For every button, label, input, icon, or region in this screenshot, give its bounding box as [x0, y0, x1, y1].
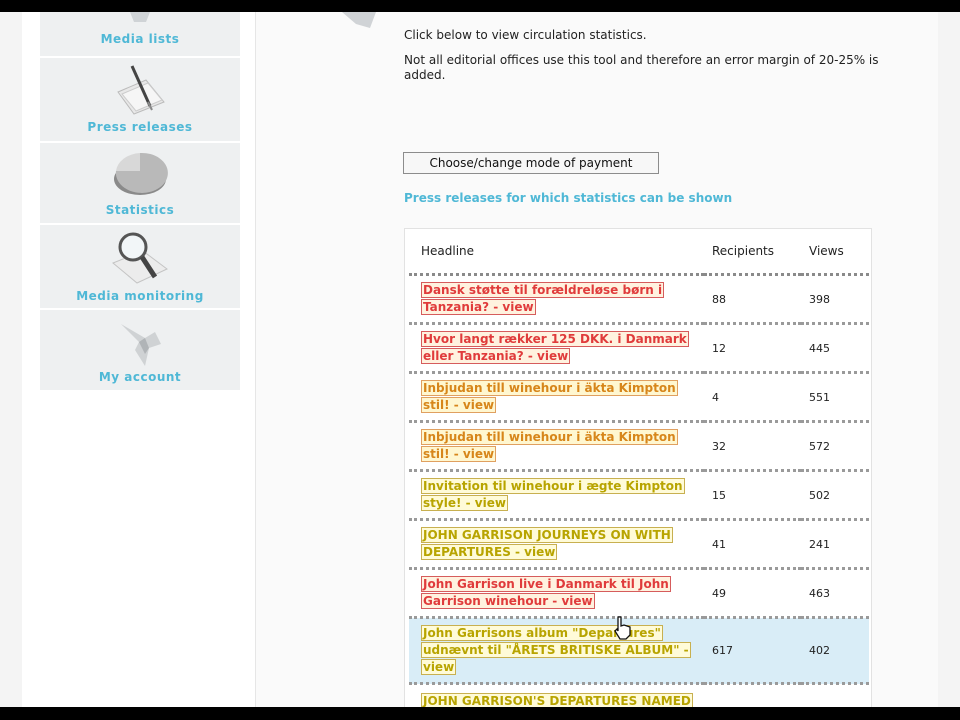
- views-cell: 445: [801, 323, 869, 374]
- sidebar-item-label: Media monitoring: [76, 289, 204, 303]
- table-row: Hvor langt rækker 125 DKK. i Danmark ell…: [409, 323, 869, 374]
- release-link[interactable]: Invitation til winehour i ægte Kimpton s…: [421, 478, 685, 511]
- section-title: Press releases for which statistics can …: [404, 191, 733, 205]
- release-link[interactable]: Hvor langt rækker 125 DKK. i Danmark ell…: [421, 331, 689, 364]
- table-row: John Garrison live i Danmark til John Ga…: [409, 568, 869, 619]
- recipients-cell: 32: [704, 421, 801, 472]
- views-cell: 241: [801, 519, 869, 570]
- sidebar: Media lists Press releases Statistics Me…: [40, 12, 240, 392]
- hand-cursor-icon: [614, 616, 631, 640]
- sidebar-item-label: My account: [98, 370, 182, 384]
- sidebar-item-press-releases[interactable]: Press releases: [40, 58, 240, 143]
- release-link[interactable]: Inbjudan till winehour i äkta Kimpton st…: [421, 429, 678, 462]
- recipients-cell: 88: [704, 274, 801, 325]
- media-lists-icon: [130, 12, 150, 22]
- table-row: Inbjudan till winehour i äkta Kimpton st…: [409, 421, 869, 472]
- release-link[interactable]: Inbjudan till winehour i äkta Kimpton st…: [421, 380, 678, 413]
- recipients-cell: 49: [704, 568, 801, 619]
- table-row-highlighted: John Garrisons album "Departures" udnævn…: [409, 617, 869, 685]
- sidebar-item-label: Press releases: [87, 120, 193, 134]
- sidebar-item-media-monitoring[interactable]: Media monitoring: [40, 225, 240, 310]
- user-icon: [121, 324, 161, 366]
- recipients-cell: 617: [704, 617, 801, 685]
- statistics-header-icon: [342, 12, 376, 28]
- sidebar-item-media-lists[interactable]: Media lists: [40, 12, 240, 58]
- release-link[interactable]: John Garrison live i Danmark til John Ga…: [421, 576, 671, 609]
- statistics-table: Headline Recipients Views Dansk støtte t…: [404, 228, 872, 707]
- change-payment-mode-button[interactable]: Choose/change mode of payment: [403, 152, 659, 174]
- recipients-cell: 41: [704, 519, 801, 570]
- release-link[interactable]: Dansk støtte til forældreløse børn i Tan…: [421, 282, 665, 315]
- screen: Media lists Press releases Statistics Me…: [0, 12, 960, 707]
- recipients-cell: 12: [704, 323, 801, 374]
- column-header-views: Views: [801, 229, 869, 276]
- sidebar-item-my-account[interactable]: My account: [40, 310, 240, 392]
- views-cell: 572: [801, 421, 869, 472]
- table-header-row: Headline Recipients Views: [409, 229, 869, 276]
- sidebar-item-label: Media lists: [100, 32, 180, 46]
- release-link[interactable]: JOHN GARRISON'S DEPARTURES NAMED BRITSOU…: [421, 693, 693, 707]
- sidebar-item-statistics[interactable]: Statistics: [40, 143, 240, 225]
- column-header-recipients: Recipients: [704, 229, 801, 276]
- release-link[interactable]: JOHN GARRISON JOURNEYS ON WITH DEPARTURE…: [421, 527, 673, 560]
- views-cell: 398: [801, 274, 869, 325]
- views-cell: 463: [801, 568, 869, 619]
- table-row: Dansk støtte til forældreløse børn i Tan…: [409, 274, 869, 325]
- press-release-table: Headline Recipients Views Dansk støtte t…: [409, 229, 869, 707]
- column-header-headline: Headline: [409, 229, 704, 276]
- magnifier-icon: [112, 232, 168, 284]
- views-cell: 502: [801, 470, 869, 521]
- views-cell: 603: [801, 683, 869, 707]
- recipients-cell: 2445: [704, 683, 801, 707]
- views-cell: 402: [801, 617, 869, 685]
- intro-line: Click below to view circulation statisti…: [404, 28, 647, 42]
- table-row: JOHN GARRISON JOURNEYS ON WITH DEPARTURE…: [409, 519, 869, 570]
- table-row: JOHN GARRISON'S DEPARTURES NAMED BRITSOU…: [409, 683, 869, 707]
- pen-paper-icon: [117, 65, 165, 115]
- sidebar-item-label: Statistics: [105, 203, 175, 217]
- recipients-cell: 15: [704, 470, 801, 521]
- intro-line: Not all editorial offices use this tool …: [404, 53, 879, 82]
- recipients-cell: 4: [704, 372, 801, 423]
- intro-text: Click below to view circulation statisti…: [404, 28, 884, 93]
- table-row: Invitation til winehour i ægte Kimpton s…: [409, 470, 869, 521]
- pie-chart-icon: [114, 152, 168, 195]
- release-link[interactable]: John Garrisons album "Departures" udnævn…: [421, 625, 691, 675]
- table-row: Inbjudan till winehour i äkta Kimpton st…: [409, 372, 869, 423]
- views-cell: 551: [801, 372, 869, 423]
